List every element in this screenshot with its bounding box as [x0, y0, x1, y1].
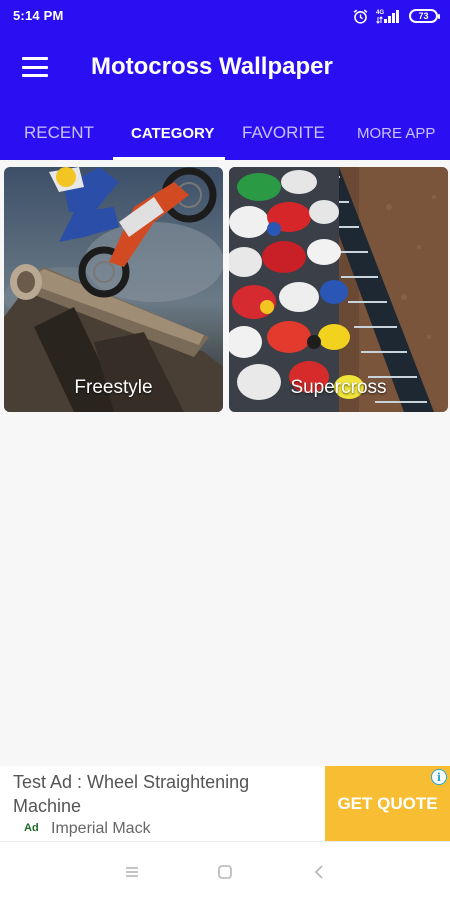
recent-apps-icon[interactable]: [122, 862, 142, 882]
status-icons: 4G 73: [352, 7, 440, 25]
tab-indicator: [113, 157, 225, 160]
info-icon[interactable]: i: [431, 769, 447, 785]
status-time: 5:14 PM: [13, 8, 64, 23]
home-icon[interactable]: [215, 862, 235, 882]
category-label-freestyle: Freestyle: [74, 377, 153, 398]
ad-title[interactable]: Test Ad : Wheel Straightening Machine: [13, 770, 313, 818]
supercross-thumbnail: [229, 167, 448, 412]
battery-level: 73: [418, 10, 429, 21]
tab-more-app[interactable]: MORE APP: [357, 125, 435, 142]
freestyle-thumbnail: [4, 167, 223, 412]
battery-icon: 73: [409, 9, 440, 23]
tab-bar: RECENT CATEGORY FAVORITE MORE APP: [0, 117, 450, 160]
tab-favorite[interactable]: FAVORITE: [242, 123, 325, 143]
tab-category[interactable]: CATEGORY: [131, 125, 214, 142]
alarm-icon: [353, 9, 368, 24]
category-card-supercross[interactable]: Supercross: [229, 167, 448, 412]
app-title: Motocross Wallpaper: [91, 53, 333, 80]
category-label-supercross: Supercross: [290, 377, 387, 398]
signal-icon: 4G: [376, 10, 399, 24]
status-bar: 5:14 PM 4G 73: [0, 0, 450, 33]
ad-advertiser: Imperial Mack: [51, 820, 151, 837]
category-card-freestyle[interactable]: Freestyle: [4, 167, 223, 412]
system-nav-bar: [0, 841, 450, 900]
menu-icon[interactable]: [22, 57, 48, 77]
ad-badge: Ad: [24, 822, 39, 834]
ad-banner[interactable]: Test Ad : Wheel Straightening Machine Ad…: [0, 766, 450, 841]
back-icon[interactable]: [309, 862, 329, 882]
app-bar: Motocross Wallpaper RECENT CATEGORY FAVO…: [0, 33, 450, 160]
tab-recent[interactable]: RECENT: [24, 123, 94, 143]
svg-text:4G: 4G: [376, 10, 384, 16]
